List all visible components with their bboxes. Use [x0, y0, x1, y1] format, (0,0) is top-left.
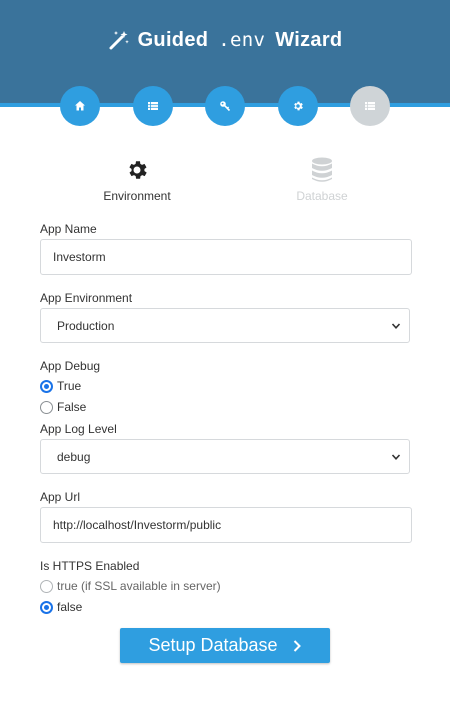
table-icon [365, 102, 375, 110]
tab-environment-label: Environment [103, 189, 171, 203]
step-home-button[interactable] [60, 86, 100, 126]
https-option-true[interactable]: true (if SSL available in server) [40, 577, 221, 595]
radio-checked-icon [40, 379, 53, 393]
list-icon [148, 102, 158, 110]
section-tabs: Environment Database [0, 157, 450, 207]
radio-unchecked-icon [40, 579, 53, 593]
app-debug-label: App Debug [40, 359, 101, 373]
title-text-env: .env [218, 29, 266, 51]
radio-checked-icon [40, 600, 53, 614]
tab-database-label: Database [296, 189, 348, 203]
step-list-button[interactable] [133, 86, 173, 126]
chevron-down-icon [391, 454, 401, 460]
https-option-true-label: true (if SSL available in server) [57, 579, 221, 593]
wizard-steps [0, 86, 450, 126]
step-database-button[interactable] [350, 86, 390, 126]
https-enabled-label: Is HTTPS Enabled [40, 559, 140, 573]
tab-database[interactable]: Database [262, 157, 382, 203]
magic-wand-icon [109, 31, 129, 50]
setup-database-label: Setup Database [148, 635, 278, 655]
gear-icon [129, 161, 147, 179]
app-debug-option-false[interactable]: False [40, 398, 86, 416]
app-name-input[interactable] [40, 239, 412, 275]
app-environment-label: App Environment [40, 291, 133, 305]
app-debug-option-false-label: False [57, 400, 87, 414]
app-log-level-value: debug [57, 449, 91, 464]
app-debug-option-true-label: True [57, 379, 82, 393]
step-settings-button[interactable] [278, 86, 318, 126]
step-key-button[interactable] [205, 86, 245, 126]
app-url-input[interactable] [40, 507, 412, 543]
app-name-label: App Name [40, 222, 97, 236]
https-option-false[interactable]: false [40, 598, 82, 616]
chevron-down-icon [391, 323, 401, 329]
app-debug-option-true[interactable]: True [40, 377, 81, 395]
app-environment-select[interactable]: Production [40, 308, 410, 343]
title-text-wizard: Wizard [275, 28, 343, 51]
tab-environment[interactable]: Environment [77, 157, 197, 203]
app-log-level-select[interactable]: debug [40, 439, 410, 474]
page-title: Guided .env Wizard [0, 26, 450, 54]
https-option-false-label: false [57, 600, 83, 614]
app-log-level-label: App Log Level [40, 422, 117, 436]
home-icon [75, 101, 85, 111]
app-url-label: App Url [40, 490, 81, 504]
setup-database-button[interactable]: Setup Database [120, 628, 330, 663]
database-icon [312, 157, 332, 182]
chevron-right-icon [293, 639, 301, 652]
gear-icon [294, 101, 303, 111]
title-text-guided: Guided [137, 28, 209, 51]
radio-unchecked-icon [40, 400, 53, 414]
app-environment-value: Production [57, 318, 115, 333]
key-icon [220, 101, 231, 112]
